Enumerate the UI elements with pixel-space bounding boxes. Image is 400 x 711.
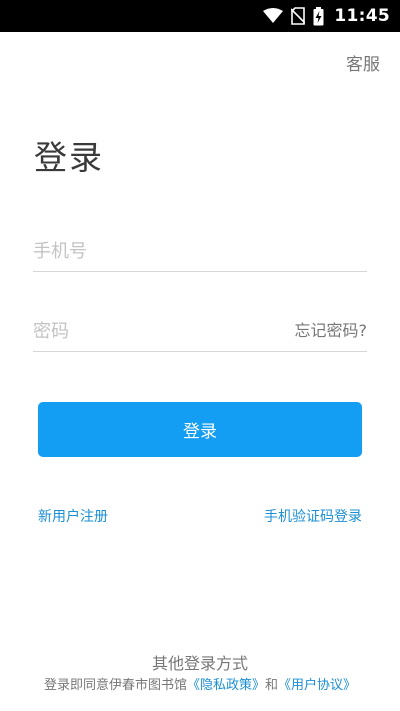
no-sim-icon xyxy=(291,7,306,25)
privacy-policy-link[interactable]: 《隐私政策》 xyxy=(187,678,265,693)
agreement-and: 和 xyxy=(265,678,279,693)
password-input[interactable] xyxy=(33,311,263,351)
phone-field xyxy=(33,231,367,272)
register-link[interactable]: 新用户注册 xyxy=(38,506,108,526)
battery-charging-icon xyxy=(313,6,324,26)
user-agreement-link[interactable]: 《用户协议》 xyxy=(278,678,356,693)
customer-service-link[interactable]: 客服 xyxy=(346,50,380,75)
sms-login-link[interactable]: 手机验证码登录 xyxy=(264,506,362,526)
page-title: 登录 xyxy=(34,138,104,177)
status-icons: 11:45 xyxy=(263,0,390,32)
agreement-text: 登录即同意伊春市图书馆《隐私政策》和《用户协议》 xyxy=(0,674,400,693)
other-login-methods[interactable]: 其他登录方式 xyxy=(0,650,400,674)
status-bar: 11:45 xyxy=(0,0,400,32)
forgot-password-link[interactable]: 忘记密码? xyxy=(295,311,368,351)
login-button[interactable]: 登录 xyxy=(38,402,362,457)
phone-input[interactable] xyxy=(33,231,367,271)
password-field: 忘记密码? xyxy=(33,311,367,352)
agreement-prefix: 登录即同意伊春市图书馆 xyxy=(43,678,187,693)
status-time: 11:45 xyxy=(334,6,390,26)
wifi-icon xyxy=(263,8,284,24)
